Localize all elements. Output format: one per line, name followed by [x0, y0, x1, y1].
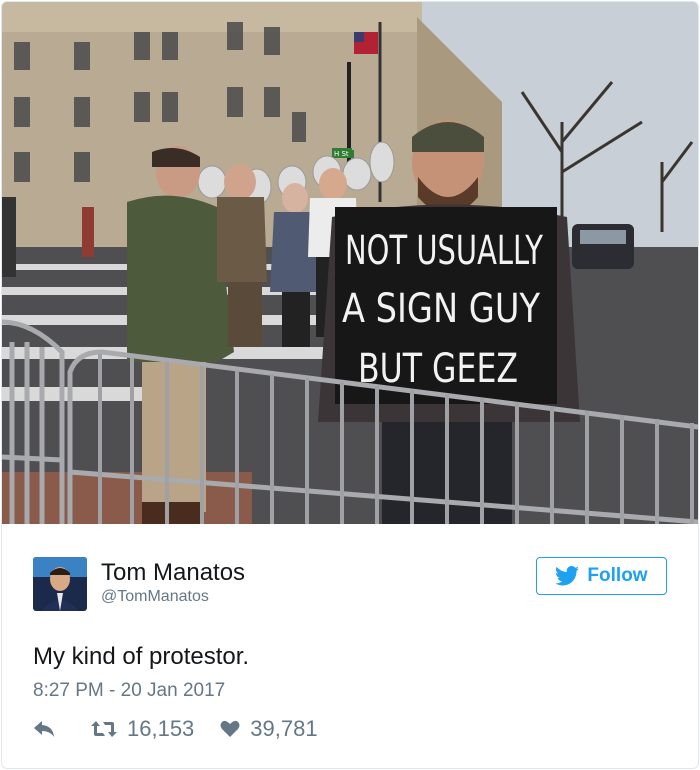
author-handle[interactable]: @TomManatos	[101, 588, 209, 606]
tweet-header: Tom Manatos @TomManatos Follow	[33, 557, 673, 613]
follow-label: Follow	[587, 565, 648, 586]
avatar[interactable]	[33, 557, 87, 611]
retweet-count: 16,153	[127, 716, 195, 741]
like-count: 39,781	[250, 716, 318, 741]
retweet-button[interactable]: 16,153	[91, 716, 194, 742]
sign-line-1: NOT USUALLY	[345, 228, 543, 274]
heart-icon	[220, 720, 240, 737]
tweet-timestamp[interactable]: 8:27 PM - 20 Jan 2017	[33, 680, 225, 702]
tweet-photo[interactable]: NOT USUALLY A SIGN GUY BUT GEEZ H St	[2, 2, 698, 524]
follow-button[interactable]: Follow	[536, 557, 667, 595]
author-name[interactable]: Tom Manatos	[101, 559, 245, 587]
street-sign: H St	[334, 150, 349, 158]
tweet-card: NOT USUALLY A SIGN GUY BUT GEEZ H St Tom…	[1, 1, 699, 769]
reply-icon	[34, 721, 54, 737]
retweet-icon	[91, 721, 117, 737]
like-button[interactable]: 39,781	[220, 716, 318, 742]
twitter-bird-icon	[555, 566, 580, 586]
reply-button[interactable]	[33, 720, 65, 738]
sign-line-2: A SIGN GUY	[342, 286, 540, 332]
tweet-actions: 16,153 39,781	[33, 715, 318, 743]
tweet-text: My kind of protestor.	[33, 643, 250, 670]
